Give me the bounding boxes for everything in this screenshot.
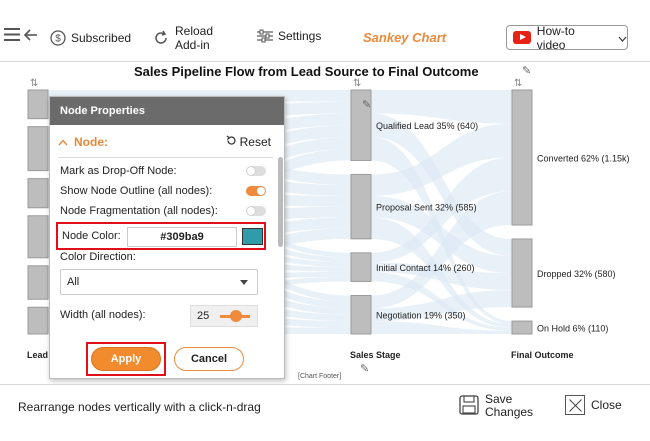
- dollar-circle-icon: $: [50, 30, 66, 46]
- width-label: Width (all nodes):: [60, 309, 146, 321]
- reload-label-line2: Add-in: [175, 38, 210, 52]
- edit-footer-pencil-icon[interactable]: ✎: [360, 362, 369, 375]
- option-label: Show Node Outline (all nodes):: [60, 185, 213, 197]
- chart-footer: [Chart Footer]: [298, 373, 341, 380]
- node-color-input[interactable]: #309ba9: [127, 227, 237, 247]
- color-direction-label: Color Direction:: [60, 251, 136, 263]
- sankey-node: [27, 178, 49, 209]
- column-label: Sales Stage: [350, 350, 401, 360]
- column-label: Final Outcome: [511, 350, 574, 360]
- node-color-row: Node Color: #309ba9: [56, 222, 266, 250]
- youtube-icon: [513, 31, 531, 44]
- width-value: 25: [197, 310, 210, 322]
- sankey-node: [350, 173, 372, 240]
- caret-down-icon: [240, 280, 248, 285]
- chevron-down-icon: [618, 31, 627, 45]
- section-title: Node:: [74, 135, 108, 149]
- sankey-node: [511, 89, 533, 226]
- app-title: Sankey Chart: [363, 30, 447, 45]
- sankey-node: [511, 238, 533, 308]
- toolbar: $ Subscribed Reload Add-in Settings Sank…: [0, 0, 650, 62]
- sankey-node: [27, 265, 49, 300]
- back-arrow-icon[interactable]: [24, 28, 38, 42]
- divider: [58, 157, 273, 158]
- sankey-node: [27, 89, 49, 120]
- subscribed-button[interactable]: $ Subscribed: [50, 30, 131, 46]
- sankey-node: [511, 320, 533, 335]
- edit-node-pencil-icon[interactable]: ✎: [362, 98, 371, 111]
- hint-text: Rearrange nodes vertically with a click-…: [18, 400, 261, 414]
- settings-button[interactable]: Settings: [257, 29, 321, 43]
- node-label: Proposal Sent 32% (585): [376, 203, 477, 213]
- width-slider-handle[interactable]: [230, 310, 242, 322]
- reset-button[interactable]: Reset: [226, 135, 271, 149]
- close-label: Close: [591, 398, 622, 412]
- node-label: Qualified Lead 35% (640): [376, 121, 478, 131]
- node-section-header[interactable]: Node: Reset: [58, 135, 273, 149]
- subscribed-label: Subscribed: [71, 31, 132, 45]
- node-label: Negotiation 19% (350): [376, 311, 466, 321]
- node-label: Converted 62% (1.15k): [537, 154, 630, 164]
- sliders-icon: [257, 29, 273, 43]
- sankey-node: [27, 126, 49, 172]
- node-properties-panel: Node Properties Node: Reset Mark as Drop…: [49, 96, 285, 379]
- apply-button[interactable]: Apply: [91, 347, 161, 371]
- status-bar: Rearrange nodes vertically with a click-…: [0, 384, 650, 441]
- sankey-node: [350, 252, 372, 282]
- settings-label: Settings: [278, 29, 322, 43]
- save-changes-button[interactable]: Save Changes: [459, 393, 533, 419]
- option-node-outline: Show Node Outline (all nodes):: [60, 185, 266, 197]
- menu-icon[interactable]: [4, 28, 20, 41]
- node-color-swatch[interactable]: [242, 228, 263, 245]
- color-direction-select[interactable]: All: [60, 269, 258, 295]
- sankey-node: [27, 306, 49, 335]
- howto-video-dropdown[interactable]: How-to video: [506, 23, 628, 52]
- drop-off-toggle[interactable]: [246, 166, 266, 176]
- node-fragmentation-toggle[interactable]: [246, 206, 266, 216]
- cancel-button[interactable]: Cancel: [174, 347, 244, 371]
- column-label: Lead: [27, 350, 48, 360]
- reload-label-line1: Reload: [175, 24, 214, 38]
- reorder-arrows-icon: ⇅: [353, 78, 361, 89]
- svg-text:$: $: [55, 34, 61, 45]
- reload-icon: [152, 29, 170, 47]
- node-outline-toggle[interactable]: [246, 186, 266, 196]
- node-label: Dropped 32% (580): [537, 269, 616, 279]
- howto-label: How-to video: [536, 23, 575, 52]
- close-button[interactable]: Close: [565, 395, 622, 415]
- reset-label: Reset: [239, 135, 271, 149]
- node-color-label: Node Color:: [62, 230, 121, 242]
- reset-icon: [226, 135, 237, 149]
- close-icon: [565, 395, 585, 415]
- reorder-arrows-icon: ⇅: [514, 78, 522, 89]
- reorder-arrows-icon: ⇅: [30, 78, 38, 89]
- color-direction-value: All: [67, 276, 80, 288]
- option-label: Node Fragmentation (all nodes):: [60, 205, 218, 217]
- option-drop-off-node: Mark as Drop-Off Node:: [60, 165, 266, 177]
- node-label: On Hold 6% (110): [537, 324, 608, 334]
- save-label-line2: Changes: [485, 405, 534, 419]
- sankey-node: [27, 215, 49, 259]
- floppy-disk-icon: [459, 394, 479, 418]
- option-label: Mark as Drop-Off Node:: [60, 165, 177, 177]
- chevron-up-icon[interactable]: [58, 135, 68, 149]
- reload-addin-button[interactable]: Reload Add-in: [152, 24, 213, 52]
- node-label: Initial Contact 14% (260): [376, 263, 475, 273]
- panel-scrollbar[interactable]: [278, 157, 283, 247]
- option-node-fragmentation: Node Fragmentation (all nodes):: [60, 205, 266, 217]
- panel-header: Node Properties: [50, 97, 284, 125]
- sankey-node: [350, 294, 372, 335]
